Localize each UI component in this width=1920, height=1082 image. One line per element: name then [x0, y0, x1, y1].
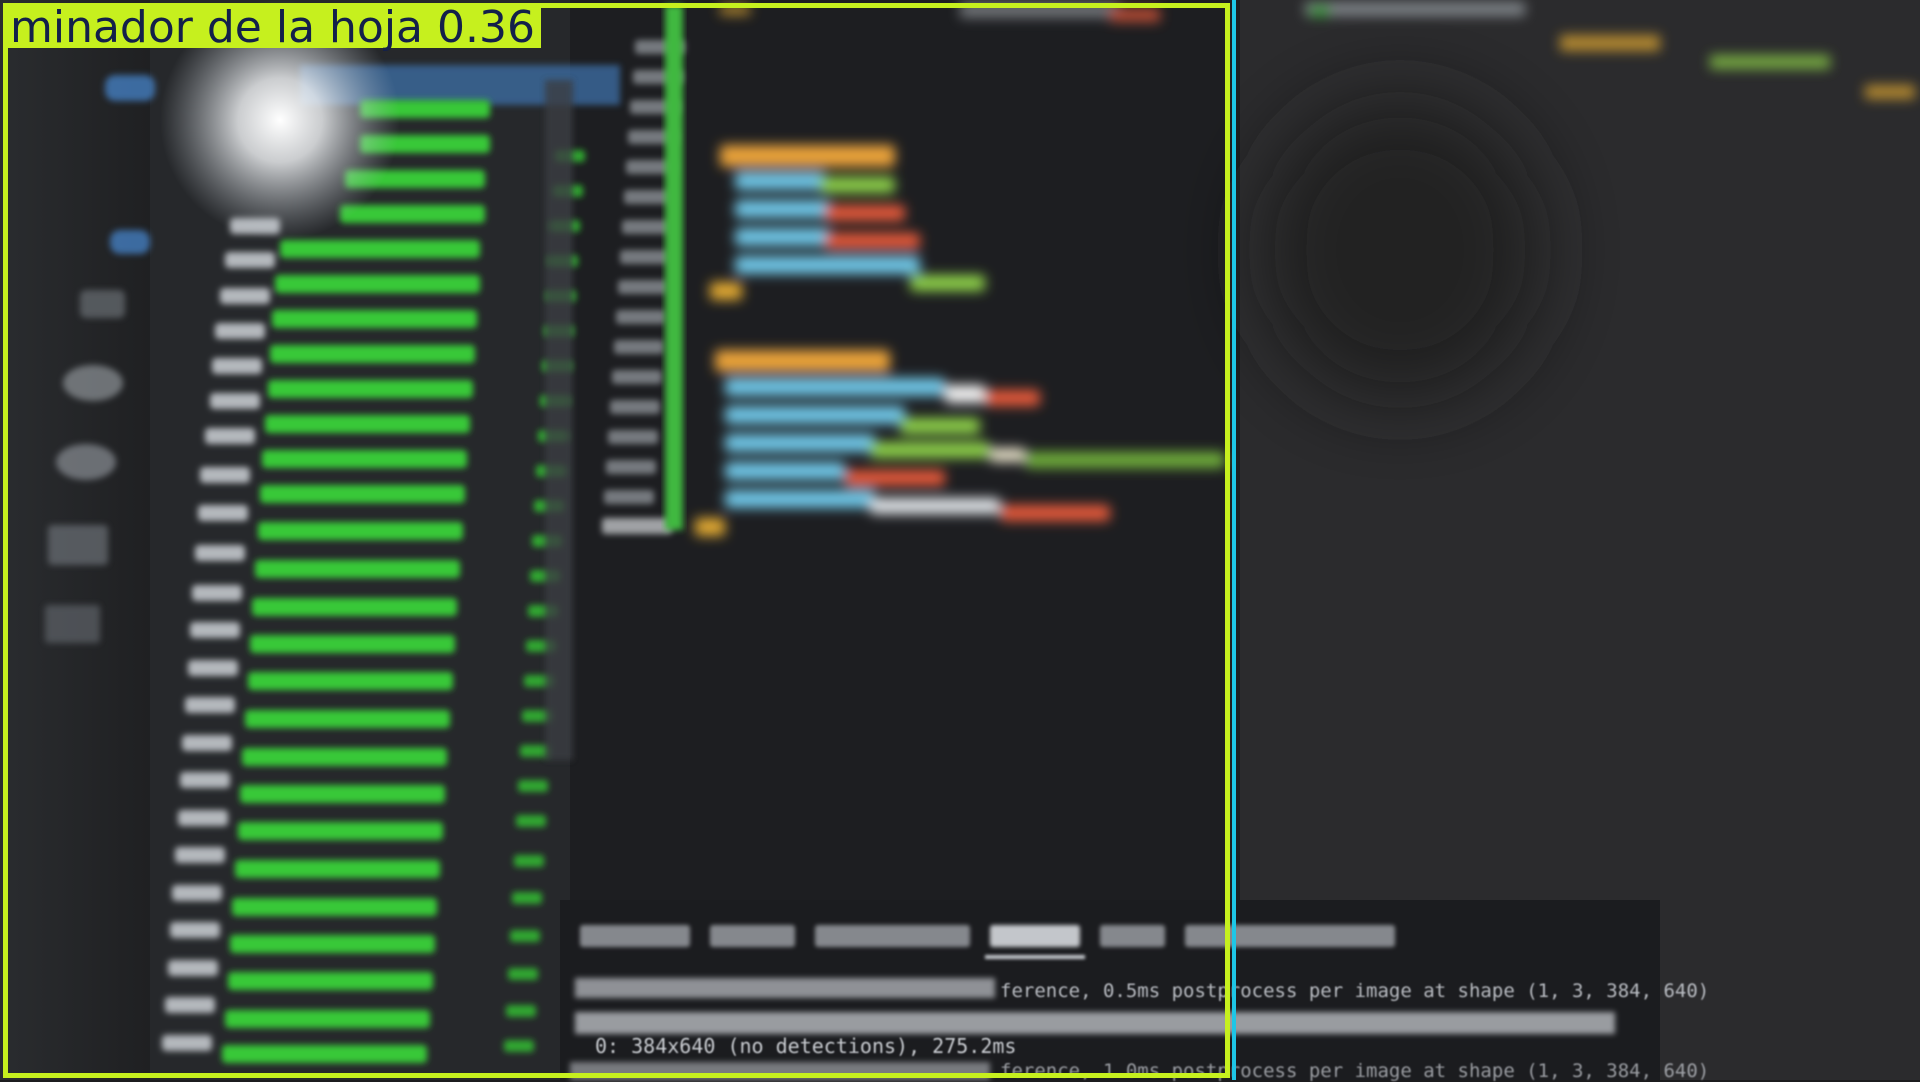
detection-confidence: 0.36: [437, 2, 535, 53]
detection-box-1: minador de la hoja 0.36: [3, 3, 1230, 1078]
detection-label-1: minador de la hoja 0.36: [6, 6, 541, 50]
shadow: [1260, 100, 1540, 400]
detection-box-2: [1232, 0, 1236, 1080]
detection-class-name: minador de la hoja: [10, 2, 424, 53]
